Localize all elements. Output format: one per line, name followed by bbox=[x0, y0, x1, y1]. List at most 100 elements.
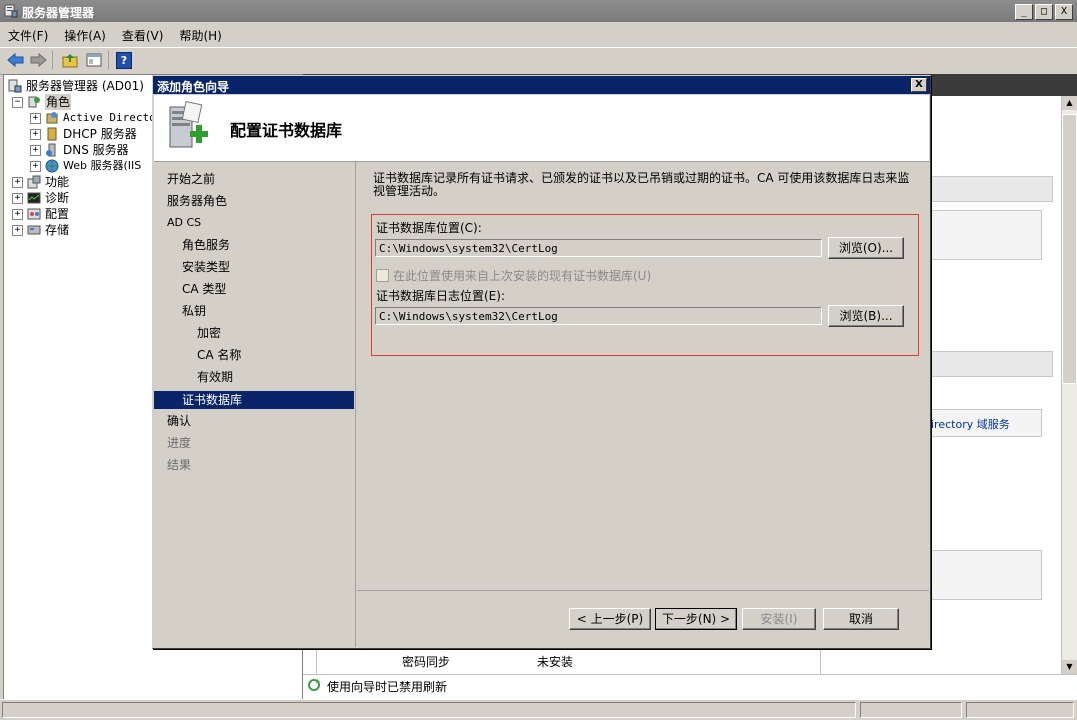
step-results: 结果 bbox=[167, 458, 192, 472]
help-glyph: ? bbox=[116, 51, 132, 69]
status-text: 使用向导时已禁用刷新 bbox=[327, 680, 448, 694]
expand-toggle[interactable]: + bbox=[12, 176, 23, 188]
previous-button[interactable]: < 上一步(P) bbox=[569, 608, 651, 630]
up-folder-icon[interactable] bbox=[60, 51, 80, 69]
app-icon bbox=[4, 4, 18, 18]
status-segment bbox=[2, 702, 856, 718]
wizard-content: 证书数据库记录所有证书请求、已颁发的证书以及已吊销或过期的证书。CA 可使用该数… bbox=[357, 162, 929, 590]
menubar: 文件(F) 操作(A) 查看(V) 帮助(H) bbox=[0, 24, 1077, 46]
step-before-you-begin[interactable]: 开始之前 bbox=[167, 170, 215, 188]
scroll-up-icon[interactable]: ▲ bbox=[1062, 96, 1077, 110]
menu-view[interactable]: 查看(V) bbox=[114, 24, 172, 46]
window-controls: _ □ X bbox=[1015, 4, 1073, 20]
step-validity-period[interactable]: 有效期 bbox=[197, 368, 233, 386]
toolbar: ? bbox=[0, 47, 1077, 75]
status-segment bbox=[860, 702, 962, 718]
step-private-key[interactable]: 私钥 bbox=[182, 302, 206, 320]
reuse-database-checkbox[interactable] bbox=[376, 269, 389, 282]
roles-icon bbox=[27, 95, 41, 109]
toolbar-separator bbox=[108, 51, 109, 69]
status-segment bbox=[966, 702, 1074, 718]
step-certificate-database[interactable]: 证书数据库 bbox=[154, 391, 354, 409]
tree-item-label: 诊断 bbox=[45, 191, 70, 205]
browse-db-button[interactable]: 浏览(O)... bbox=[828, 237, 904, 259]
maximize-button[interactable]: □ bbox=[1035, 4, 1053, 20]
dialog-close-button[interactable]: X bbox=[911, 78, 927, 92]
database-settings-group: 证书数据库位置(C): C:\Windows\system32\CertLog … bbox=[371, 214, 919, 356]
table-cell-name: 密码同步 bbox=[402, 655, 451, 669]
tree-item-label: 配置 bbox=[45, 207, 70, 221]
dns-server-icon bbox=[45, 143, 59, 157]
dialog-title: 添加角色向导 bbox=[157, 80, 230, 94]
step-ca-name[interactable]: CA 名称 bbox=[197, 346, 241, 364]
collapse-toggle[interactable]: − bbox=[12, 96, 23, 108]
wizard-page-title: 配置证书数据库 bbox=[230, 121, 343, 140]
menu-help[interactable]: 帮助(H) bbox=[171, 24, 229, 46]
add-roles-wizard-dialog: 添加角色向导 X 配置证书数据库 开始之前 服务器角色 AD CS 角色服务 安… bbox=[152, 75, 931, 649]
section-header bbox=[929, 176, 1053, 202]
tree-item-label: 角色 bbox=[45, 94, 72, 110]
refresh-status: 使用向导时已禁用刷新 bbox=[303, 674, 1077, 697]
expand-toggle[interactable]: + bbox=[30, 144, 41, 156]
tree-item-label: DHCP 服务器 bbox=[63, 127, 137, 141]
description-line: 证书数据库记录所有证书请求、已颁发的证书以及已吊销或过期的证书。CA 可使用该数… bbox=[373, 171, 910, 185]
step-ca-type[interactable]: CA 类型 bbox=[182, 280, 226, 298]
expand-toggle[interactable]: + bbox=[30, 128, 41, 140]
configuration-icon bbox=[27, 207, 41, 221]
window-titlebar bbox=[0, 0, 1077, 22]
description-line: 视管理活动。 bbox=[373, 184, 446, 198]
forward-arrow-icon[interactable] bbox=[28, 51, 48, 69]
vertical-scrollbar[interactable]: ▲ ▼ bbox=[1061, 96, 1077, 674]
section-box bbox=[929, 550, 1042, 600]
install-button: 安装(I) bbox=[742, 608, 816, 630]
expand-toggle[interactable]: + bbox=[12, 192, 23, 204]
dhcp-server-icon bbox=[45, 127, 59, 141]
roles-link[interactable]: irectory 域服务 bbox=[931, 416, 1010, 432]
db-location-field[interactable]: C:\Windows\system32\CertLog bbox=[375, 239, 822, 257]
roles-table: 密码同步 未安装 bbox=[316, 645, 821, 674]
step-cryptography[interactable]: 加密 bbox=[197, 324, 221, 342]
storage-icon bbox=[27, 223, 41, 237]
expand-toggle[interactable]: + bbox=[12, 208, 23, 220]
window-title: 服务器管理器 bbox=[22, 6, 95, 20]
toolbar-separator bbox=[52, 51, 53, 69]
cancel-button[interactable]: 取消 bbox=[823, 608, 899, 630]
close-button[interactable]: X bbox=[1055, 4, 1073, 20]
minimize-button[interactable]: _ bbox=[1015, 4, 1033, 20]
section-header bbox=[929, 351, 1053, 377]
help-icon[interactable]: ? bbox=[114, 51, 134, 69]
features-icon bbox=[27, 175, 41, 189]
tree-item-label: DNS 服务器 bbox=[63, 143, 129, 157]
menu-action[interactable]: 操作(A) bbox=[56, 24, 114, 46]
wizard-steps: 开始之前 服务器角色 AD CS 角色服务 安装类型 CA 类型 私钥 加密 C… bbox=[154, 162, 356, 647]
server-add-icon bbox=[166, 100, 214, 153]
step-ad-cs[interactable]: AD CS bbox=[167, 214, 201, 232]
description-text: 证书数据库记录所有证书请求、已颁发的证书以及已吊销或过期的证书。CA 可使用该数… bbox=[373, 172, 913, 198]
log-location-field[interactable]: C:\Windows\system32\CertLog bbox=[375, 307, 822, 325]
menu-file[interactable]: 文件(F) bbox=[0, 24, 56, 46]
step-progress: 进度 bbox=[167, 436, 192, 450]
tree-item-label: 存储 bbox=[45, 223, 70, 237]
step-setup-type[interactable]: 安装类型 bbox=[182, 258, 230, 276]
browse-log-button[interactable]: 浏览(B)... bbox=[828, 305, 904, 327]
tree-item-label: Web 服务器(IIS bbox=[63, 159, 142, 172]
scroll-thumb[interactable] bbox=[1062, 114, 1077, 384]
back-arrow-icon[interactable] bbox=[6, 51, 26, 69]
properties-icon[interactable] bbox=[84, 51, 104, 69]
section-box bbox=[929, 210, 1042, 260]
diagnostics-icon bbox=[27, 191, 41, 205]
wizard-header: 配置证书数据库 bbox=[154, 95, 929, 162]
next-button[interactable]: 下一步(N) > bbox=[655, 608, 737, 630]
expand-toggle[interactable]: + bbox=[30, 160, 41, 172]
tree-item-label: Active Directo bbox=[63, 111, 156, 124]
dialog-titlebar: 添加角色向导 X bbox=[153, 76, 930, 94]
scroll-down-icon[interactable]: ▼ bbox=[1062, 660, 1077, 674]
step-server-roles[interactable]: 服务器角色 bbox=[167, 192, 227, 210]
wizard-footer: < 上一步(P) 下一步(N) > 安装(I) 取消 bbox=[357, 590, 929, 648]
expand-toggle[interactable]: + bbox=[12, 224, 23, 236]
expand-toggle[interactable]: + bbox=[30, 112, 41, 124]
step-role-services[interactable]: 角色服务 bbox=[182, 236, 230, 254]
table-cell-status: 未安装 bbox=[537, 655, 574, 669]
step-confirmation[interactable]: 确认 bbox=[167, 412, 191, 430]
tree-item-label: 功能 bbox=[45, 175, 70, 189]
